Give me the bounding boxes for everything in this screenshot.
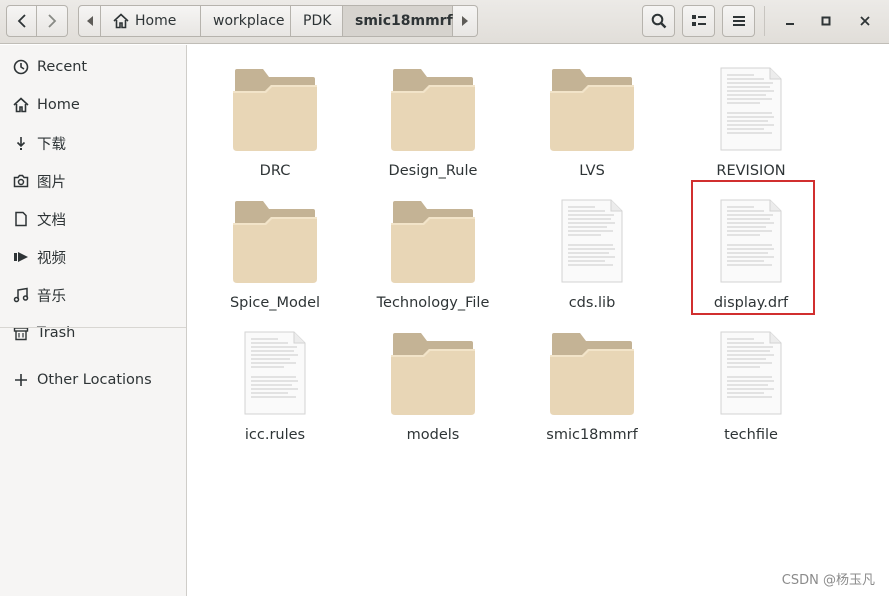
breadcrumb-label: Home [135, 13, 177, 29]
watermark: CSDN @杨玉凡 [781, 573, 875, 588]
breadcrumb-label: smic18mmrf [355, 13, 453, 29]
path-scroll-left-button[interactable] [78, 5, 101, 37]
file-name: cds.lib [568, 295, 616, 311]
path-scroll-right-button[interactable] [453, 5, 478, 37]
text-file-icon [676, 319, 826, 415]
sidebar-item-music[interactable]: 音乐 [0, 277, 186, 313]
sidebar-item-trash[interactable]: Trash [0, 315, 186, 351]
sidebar-item-videos[interactable]: 视频 [0, 239, 186, 275]
breadcrumb-label: workplace [213, 13, 285, 29]
sidebar: Recent Home 下载 图片 文档 视频 音乐 Trash Other L… [0, 45, 187, 596]
plus-icon [12, 371, 30, 389]
file-item-cds-lib[interactable]: cds.lib [517, 187, 667, 311]
text-file-icon [676, 55, 826, 151]
close-icon [860, 16, 870, 26]
hamburger-menu-icon [732, 16, 745, 26]
sidebar-item-label: Home [37, 97, 80, 113]
sidebar-separator [0, 327, 186, 328]
breadcrumb-workplace[interactable]: workplace [201, 5, 291, 37]
home-icon [12, 96, 30, 114]
sidebar-item-other-locations[interactable]: Other Locations [0, 362, 186, 398]
header-bar: Home workplace PDK smic18mmrf [0, 0, 889, 44]
folder-icon [517, 319, 667, 415]
clock-icon [12, 58, 30, 76]
file-item-techfile[interactable]: techfile [676, 319, 826, 443]
file-name: REVISION [716, 163, 786, 179]
sidebar-item-label: 视频 [37, 250, 66, 267]
sidebar-item-label: 下载 [37, 136, 66, 153]
menu-button[interactable] [722, 5, 755, 37]
file-item-spice-model[interactable]: Spice_Model [200, 187, 350, 311]
file-item-drc[interactable]: DRC [200, 55, 350, 179]
search-button[interactable] [642, 5, 675, 37]
maximize-icon [821, 16, 831, 26]
file-item-design-rule[interactable]: Design_Rule [358, 55, 508, 179]
file-name: Design_Rule [388, 163, 478, 179]
document-icon [12, 210, 30, 228]
file-name: Spice_Model [229, 295, 321, 311]
triangle-left-icon [86, 16, 93, 26]
breadcrumb-label: PDK [303, 13, 332, 29]
sidebar-item-home[interactable]: Home [0, 87, 186, 123]
file-name: models [406, 427, 460, 443]
sidebar-item-downloads[interactable]: 下载 [0, 125, 186, 161]
breadcrumb-smic18mmrf[interactable]: smic18mmrf [343, 5, 453, 37]
minimize-icon [786, 23, 794, 25]
folder-icon [358, 187, 508, 283]
triangle-right-icon [462, 16, 468, 26]
history-nav [6, 5, 68, 37]
camera-icon [12, 172, 30, 190]
folder-icon [200, 55, 350, 151]
forward-button[interactable] [37, 5, 68, 37]
file-name: icc.rules [244, 427, 306, 443]
file-name: DRC [259, 163, 291, 179]
file-name: LVS [579, 163, 605, 179]
file-name: smic18mmrf [546, 427, 638, 443]
chevron-left-icon [17, 14, 26, 28]
file-item-lvs[interactable]: LVS [517, 55, 667, 179]
home-icon [113, 13, 129, 29]
music-icon [12, 286, 30, 304]
video-icon [12, 248, 30, 266]
file-item-technology-file[interactable]: Technology_File [358, 187, 508, 311]
sidebar-item-documents[interactable]: 文档 [0, 201, 186, 237]
file-item-smic18mmrf[interactable]: smic18mmrf [517, 319, 667, 443]
file-item-revision[interactable]: REVISION [676, 55, 826, 179]
sidebar-item-pictures[interactable]: 图片 [0, 163, 186, 199]
file-item-icc-rules[interactable]: icc.rules [200, 319, 350, 443]
sidebar-item-recent[interactable]: Recent [0, 49, 186, 85]
sidebar-item-label: 文档 [37, 212, 66, 229]
header-separator [764, 6, 765, 36]
maximize-button[interactable] [813, 8, 839, 34]
chevron-right-icon [48, 14, 57, 28]
breadcrumb-pdk[interactable]: PDK [291, 5, 343, 37]
breadcrumb-home[interactable]: Home [101, 5, 201, 37]
file-view: DRC Design_Rule LVS REVISION Spice_Model… [188, 45, 889, 596]
highlight-box [691, 180, 815, 315]
sidebar-item-label: 音乐 [37, 288, 66, 305]
text-file-icon [517, 187, 667, 283]
sidebar-item-label: Recent [37, 59, 88, 75]
search-icon [651, 13, 666, 29]
folder-icon [358, 319, 508, 415]
file-name: techfile [724, 427, 778, 443]
text-file-icon [200, 319, 350, 415]
folder-icon [358, 55, 508, 151]
list-view-icon [691, 15, 706, 26]
minimize-button[interactable] [777, 8, 803, 34]
file-name: Technology_File [376, 295, 490, 311]
sidebar-item-label: 图片 [37, 174, 66, 191]
folder-icon [517, 55, 667, 151]
back-button[interactable] [6, 5, 37, 37]
path-bar: Home workplace PDK smic18mmrf [78, 5, 478, 37]
folder-icon [200, 187, 350, 283]
view-toggle-button[interactable] [682, 5, 715, 37]
file-item-models[interactable]: models [358, 319, 508, 443]
close-button[interactable] [852, 8, 878, 34]
download-icon [12, 134, 30, 152]
sidebar-item-label: Other Locations [37, 372, 152, 388]
